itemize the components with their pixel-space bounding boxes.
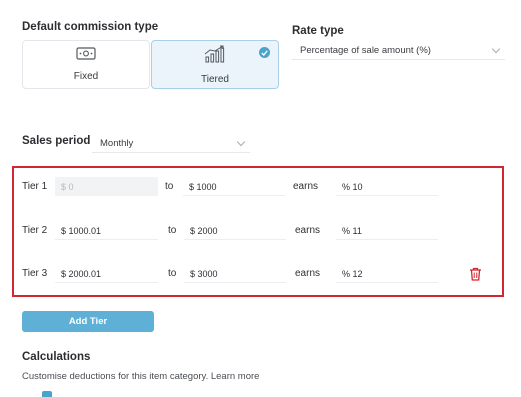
tier-1-label: Tier 1 [22, 181, 48, 192]
commission-option-tiered-label: Tiered [201, 73, 229, 85]
calculation-checkbox[interactable] [42, 391, 52, 397]
sales-period-value: Monthly [100, 138, 134, 149]
tier-1-to-label: to [165, 181, 174, 192]
commission-option-fixed-label: Fixed [73, 71, 99, 82]
chevron-down-icon [236, 137, 246, 147]
rate-type-value: Percentage of sale amount (%) [300, 45, 431, 56]
commission-type-heading: Default commission type [22, 21, 159, 33]
commission-option-tiered[interactable]: Tiered [151, 40, 279, 89]
tier-1-from-input: $ 0 [55, 177, 158, 196]
commission-option-fixed[interactable]: Fixed [22, 40, 150, 89]
tier-2-from-input[interactable]: $ 1000.01 [55, 221, 158, 240]
tier-3-earns-label: earns [295, 268, 321, 279]
tier-2-rate-input[interactable]: % 11 [336, 221, 438, 240]
sales-period-heading: Sales period [22, 135, 91, 147]
chevron-down-icon [491, 44, 501, 54]
tier-2-label: Tier 2 [22, 225, 48, 236]
tier-3-to-label: to [168, 268, 177, 279]
tier-2-to-input[interactable]: $ 2000 [184, 221, 286, 240]
growth-chart-icon [204, 45, 226, 68]
tier-3-rate-input[interactable]: % 12 [336, 264, 438, 283]
tier-3-from-input[interactable]: $ 2000.01 [55, 264, 158, 283]
calculations-heading: Calculations [22, 351, 91, 363]
rate-type-heading: Rate type [292, 25, 344, 37]
tier-1-rate-input[interactable]: % 10 [336, 177, 438, 196]
trash-icon[interactable] [469, 267, 482, 281]
add-tier-button[interactable]: Add Tier [22, 311, 154, 332]
check-icon [259, 47, 270, 58]
rate-type-select[interactable]: Percentage of sale amount (%) [292, 40, 505, 60]
calculations-description: Customise deductions for this item categ… [22, 371, 260, 382]
cash-icon [76, 47, 96, 65]
tier-3-label: Tier 3 [22, 268, 48, 279]
tier-2-earns-label: earns [295, 225, 321, 236]
tier-2-to-label: to [168, 225, 177, 236]
tier-1-to-input[interactable]: $ 1000 [183, 177, 285, 196]
sales-period-select[interactable]: Monthly [92, 133, 250, 153]
tier-3-to-input[interactable]: $ 3000 [184, 264, 286, 283]
tier-1-earns-label: earns [293, 181, 319, 192]
